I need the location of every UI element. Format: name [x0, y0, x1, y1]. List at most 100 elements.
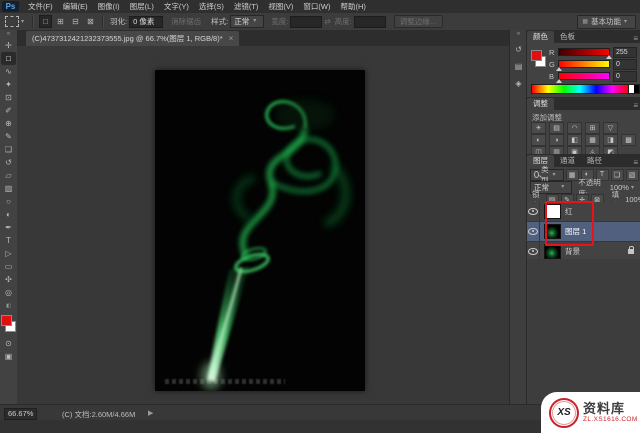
- channel-mixer-icon[interactable]: ◨: [603, 134, 618, 146]
- visibility-toggle[interactable]: [527, 222, 540, 241]
- gradient-tool-icon[interactable]: ▨: [1, 182, 16, 195]
- layer-row-layer1[interactable]: 图层 1: [527, 222, 640, 242]
- tab-color[interactable]: 颜色: [527, 31, 554, 43]
- new-selection-icon[interactable]: □: [39, 15, 52, 28]
- antialias-checkbox-label[interactable]: 消除锯齿: [171, 16, 201, 27]
- menu-item[interactable]: 文件(F): [23, 0, 58, 13]
- slider-track[interactable]: [558, 72, 610, 80]
- slider-value[interactable]: 0: [613, 59, 637, 70]
- filter-shape-layers-icon[interactable]: ❏: [611, 169, 624, 181]
- swap-dimensions-icon[interactable]: ⇄: [324, 17, 330, 26]
- add-to-selection-icon[interactable]: ⊞: [54, 15, 67, 28]
- menu-item[interactable]: 编辑(E): [58, 0, 93, 13]
- slider-track[interactable]: [558, 60, 610, 68]
- history-panel-icon[interactable]: ↺: [511, 43, 526, 56]
- menu-item[interactable]: 文字(Y): [159, 0, 194, 13]
- canvas-area[interactable]: [17, 46, 509, 404]
- blur-tool-icon[interactable]: ○: [1, 195, 16, 208]
- brush-tool-icon[interactable]: ✎: [1, 130, 16, 143]
- height-input[interactable]: [354, 16, 386, 28]
- tool-preset-icon[interactable]: [5, 16, 19, 27]
- expand-panels-icon[interactable]: «: [517, 31, 520, 37]
- dodge-tool-icon[interactable]: ◐: [1, 208, 16, 221]
- default-colors-icon[interactable]: ◧: [6, 303, 11, 309]
- spectrum-bw-swatch[interactable]: [628, 84, 640, 94]
- tab-swatches[interactable]: 色板: [554, 31, 581, 43]
- tab-paths[interactable]: 路径: [581, 155, 608, 167]
- subtract-from-selection-icon[interactable]: ⊟: [69, 15, 82, 28]
- quick-mask-icon[interactable]: ⊙: [1, 337, 16, 350]
- menu-item[interactable]: 帮助(H): [336, 0, 371, 13]
- shape-tool-icon[interactable]: ▭: [1, 260, 16, 273]
- history-brush-tool-icon[interactable]: ↺: [1, 156, 16, 169]
- photo-filter-icon[interactable]: ▦: [585, 134, 600, 146]
- black-white-icon[interactable]: ◧: [567, 134, 582, 146]
- color-balance-icon[interactable]: ◑: [549, 134, 564, 146]
- properties-panel-icon[interactable]: ▤: [511, 60, 526, 73]
- menu-item[interactable]: 图像(I): [93, 0, 125, 13]
- screen-mode-icon[interactable]: ▣: [1, 350, 16, 363]
- strip-icon-list: ↺ ▤ ◈: [511, 39, 526, 90]
- panel-menu-icon[interactable]: ≡: [633, 34, 638, 43]
- hue-saturation-icon[interactable]: ◐: [531, 134, 546, 146]
- menu-item[interactable]: 图层(L): [125, 0, 159, 13]
- blend-mode-row: 正常 ▾ 不透明度: 100% ▾: [530, 182, 638, 193]
- zoom-tool-icon[interactable]: ◎: [1, 286, 16, 299]
- width-input[interactable]: [290, 16, 322, 28]
- slider-track[interactable]: [558, 48, 610, 56]
- foreground-color-swatch[interactable]: [1, 315, 12, 326]
- hand-tool-icon[interactable]: ✣: [1, 273, 16, 286]
- filter-kind-dropdown[interactable]: 类型 ▾: [530, 169, 564, 181]
- visibility-toggle[interactable]: [527, 202, 540, 221]
- style-dropdown[interactable]: 正常 ▾: [230, 15, 264, 28]
- clone-stamp-tool-icon[interactable]: ❏: [1, 143, 16, 156]
- workspace-switcher[interactable]: ▦ 基本功能 ▾: [577, 15, 636, 29]
- curves-icon[interactable]: ◠: [567, 122, 582, 134]
- pen-tool-icon[interactable]: ✒: [1, 221, 16, 234]
- slider-value[interactable]: 0: [613, 71, 637, 82]
- style-label: 样式:: [211, 16, 228, 27]
- eyedropper-tool-icon[interactable]: ✐: [1, 104, 16, 117]
- menu-item[interactable]: 窗口(W): [298, 0, 335, 13]
- tab-channels[interactable]: 通道: [554, 155, 581, 167]
- brightness-contrast-icon[interactable]: ☀: [531, 122, 546, 134]
- layer-row-red[interactable]: 红: [527, 202, 640, 222]
- tab-adjustments[interactable]: 调整: [527, 98, 554, 110]
- close-icon[interactable]: ×: [229, 34, 234, 43]
- menu-item[interactable]: 选择(S): [194, 0, 229, 13]
- layer-name: 图层 1: [565, 226, 586, 237]
- quick-selection-tool-icon[interactable]: ✦: [1, 78, 16, 91]
- filter-smart-objects-icon[interactable]: ▧: [626, 169, 639, 181]
- zoom-level-input[interactable]: 66.67%: [4, 408, 37, 420]
- levels-icon[interactable]: ▤: [549, 122, 564, 134]
- exposure-icon[interactable]: ⊞: [585, 122, 600, 134]
- info-panel-icon[interactable]: ◈: [511, 77, 526, 90]
- menu-item[interactable]: 滤镜(T): [229, 0, 264, 13]
- slider-value[interactable]: 255: [613, 47, 637, 58]
- tool-preset-arrow-icon[interactable]: ▾: [21, 18, 24, 25]
- lasso-tool-icon[interactable]: ∿: [1, 65, 16, 78]
- canvas-image[interactable]: [155, 70, 365, 391]
- refine-edge-button[interactable]: 调整边缘…: [394, 15, 444, 28]
- type-tool-icon[interactable]: T: [1, 234, 16, 247]
- crop-tool-icon[interactable]: ⊡: [1, 91, 16, 104]
- move-tool-icon[interactable]: ✛: [1, 39, 16, 52]
- filter-pixel-layers-icon[interactable]: ▦: [566, 169, 579, 181]
- eraser-tool-icon[interactable]: ▱: [1, 169, 16, 182]
- panel-menu-icon[interactable]: ≡: [633, 101, 638, 110]
- foreground-color-swatch[interactable]: [531, 50, 542, 61]
- document-tab[interactable]: (C)4737312421232373555.jpg @ 66.7%(图层 1,…: [26, 31, 239, 46]
- feather-input[interactable]: 0 像素: [129, 16, 163, 28]
- collapse-tools-icon[interactable]: «: [7, 31, 10, 37]
- color-spectrum-ramp[interactable]: [531, 84, 629, 94]
- menu-item[interactable]: 视图(V): [263, 0, 298, 13]
- path-selection-tool-icon[interactable]: ▷: [1, 247, 16, 260]
- rectangular-marquee-tool-icon[interactable]: □: [1, 52, 16, 65]
- intersect-selection-icon[interactable]: ⊠: [84, 15, 97, 28]
- vibrance-icon[interactable]: ▽: [603, 122, 618, 134]
- slider-marker[interactable]: [556, 79, 562, 83]
- healing-brush-tool-icon[interactable]: ⊕: [1, 117, 16, 130]
- panel-menu-icon[interactable]: ≡: [633, 158, 638, 167]
- status-menu-arrow-icon[interactable]: ▶: [148, 409, 153, 417]
- color-lookup-icon[interactable]: ▩: [621, 134, 636, 146]
